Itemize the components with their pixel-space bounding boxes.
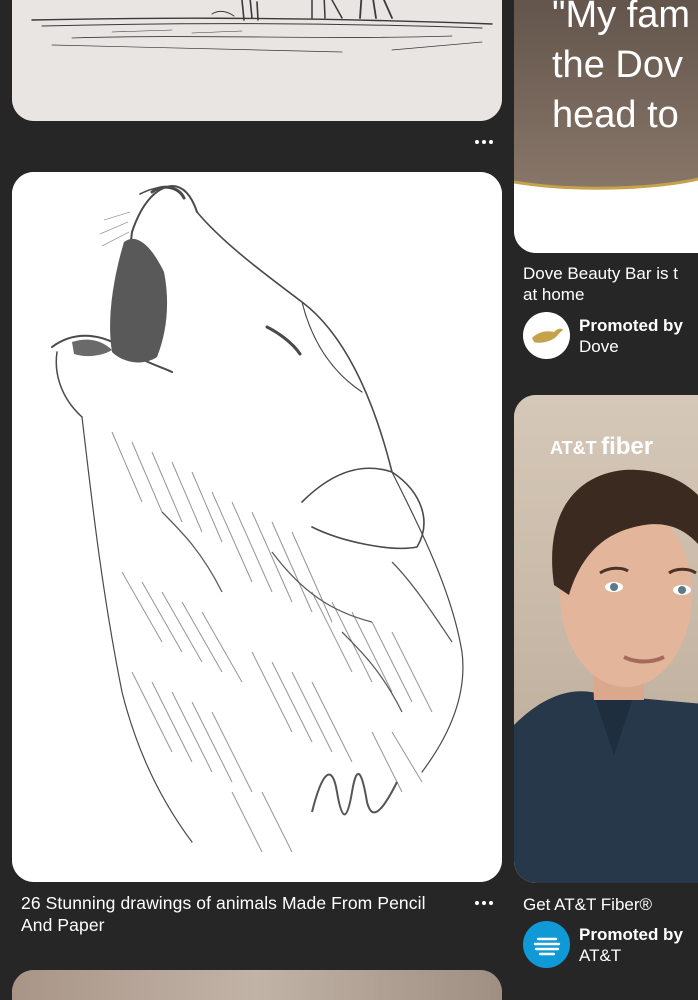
ad-title-att[interactable]: Get AT&T Fiber® [523,894,652,915]
pin-image-next[interactable] [12,970,502,1000]
dove-bird-icon [523,312,570,359]
promoted-text: Promoted by AT&T [579,924,683,966]
pin-title-line2: And Paper [21,915,105,935]
promoted-by-att[interactable]: Promoted by AT&T [523,921,683,968]
ad-title-line2: at home [523,285,585,304]
att-brand-suffix: fiber [601,433,654,460]
promoted-label: Promoted by [579,924,683,944]
att-brand-prefix: AT&T [550,438,597,458]
pin-title-line1: 26 Stunning drawings of animals Made Fro… [21,893,426,913]
quote-line-3: head to [552,94,679,136]
ad-image-att-fiber[interactable]: AT&T fiber [514,395,698,883]
promoted-text: Promoted by Dove [579,315,683,357]
promoted-by-dove[interactable]: Promoted by Dove [523,312,683,359]
advertiser-name: AT&T [579,945,622,965]
pin-feed: 26 Stunning drawings of animals Made Fro… [0,0,698,1000]
ad-image-quote: "My fam the Dov head to [552,0,690,140]
promoted-label: Promoted by [579,315,683,335]
pin-image-howling-wolf[interactable] [12,172,502,882]
more-options-icon[interactable] [469,893,499,913]
ad-image-dove[interactable]: "My fam the Dov head to [514,0,698,253]
ad-title-line1: Dove Beauty Bar is t [523,264,678,283]
pin-image-sketch-landscape[interactable] [12,0,502,121]
pin-title[interactable]: 26 Stunning drawings of animals Made Fro… [21,892,471,936]
advertiser-name: Dove [579,336,619,356]
att-globe-icon [523,921,570,968]
ad-title-dove[interactable]: Dove Beauty Bar is t at home [523,263,678,305]
more-options-icon[interactable] [469,132,499,152]
quote-line-2: the Dov [552,44,683,86]
quote-line-1: "My fam [552,0,691,36]
att-fiber-logo: AT&T fiber [550,433,653,461]
